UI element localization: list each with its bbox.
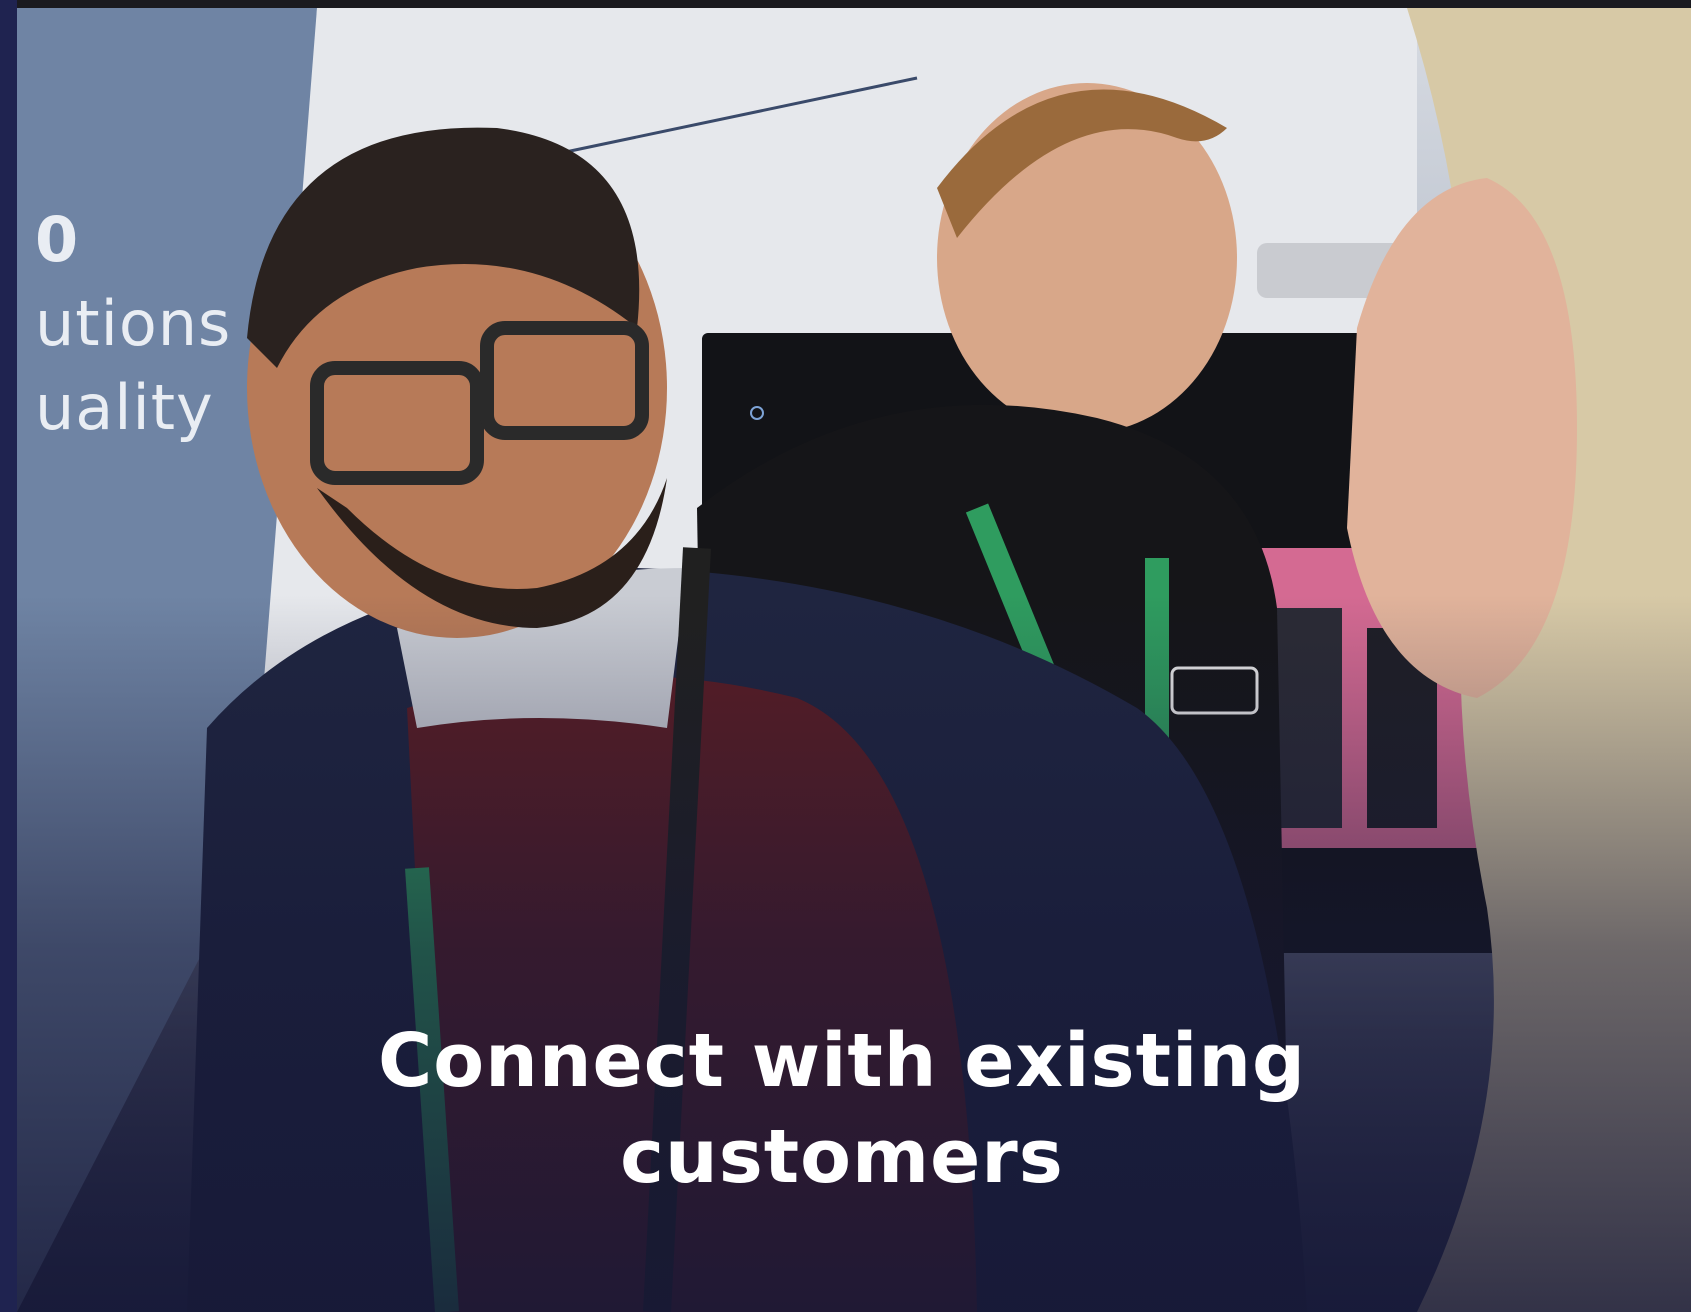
banner-line-2: utions xyxy=(35,287,232,360)
hero-headline: Connect with existing customers xyxy=(378,1017,1306,1200)
banner-line-1: 0 xyxy=(35,203,80,276)
hero-section: 0 utions uality Connect with existing cu… xyxy=(17,8,1691,1312)
banner-line-3: uality xyxy=(35,371,214,444)
top-bar xyxy=(0,0,1691,8)
banner-text: 0 utions uality xyxy=(35,198,231,450)
left-edge-strip xyxy=(0,0,17,1312)
